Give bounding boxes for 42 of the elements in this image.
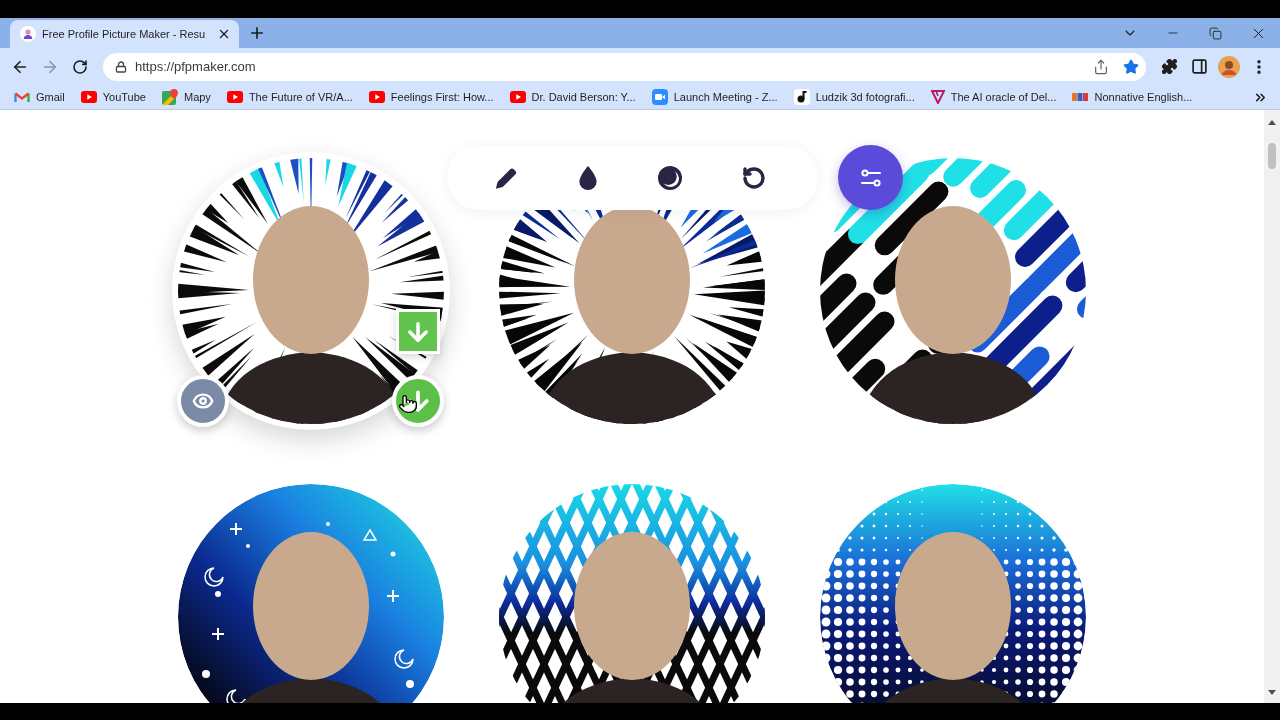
bookmark-link[interactable]: Launch Meeting - Z... bbox=[646, 86, 783, 108]
play-icon bbox=[368, 91, 385, 103]
side-panel-icon[interactable] bbox=[1190, 58, 1208, 75]
user-avatar-icon bbox=[20, 26, 36, 42]
caret-up-icon[interactable] bbox=[1268, 120, 1276, 125]
scrollbar-thumb[interactable] bbox=[1268, 143, 1276, 169]
puzzle-icon[interactable] bbox=[1160, 58, 1178, 75]
address-field[interactable]: https://pfpmaker.com bbox=[103, 52, 1146, 81]
reload-icon[interactable] bbox=[72, 58, 88, 75]
bookmark-link[interactable]: Dr. David Berson: Y... bbox=[504, 86, 641, 108]
rotate-icon[interactable] bbox=[742, 165, 766, 190]
mail-icon bbox=[14, 91, 30, 103]
lock-icon bbox=[115, 60, 127, 73]
bookmark-link[interactable]: Mapy bbox=[156, 86, 216, 108]
music-note-icon bbox=[793, 89, 810, 105]
bookmark-link[interactable]: Gmail bbox=[9, 86, 70, 108]
eye-icon bbox=[192, 390, 214, 412]
map-pin-icon bbox=[161, 89, 178, 105]
browser-tab[interactable]: Free Profile Picture Maker - Resu bbox=[10, 20, 240, 48]
share-icon[interactable] bbox=[1093, 58, 1109, 75]
bookmark-link[interactable]: Nonnative English... bbox=[1067, 86, 1198, 108]
download-tile-icon bbox=[396, 309, 440, 354]
avatar-icon[interactable] bbox=[1218, 55, 1240, 78]
bookmark-link[interactable]: The Future of VR/A... bbox=[221, 86, 358, 108]
triangle-logo-icon bbox=[930, 90, 945, 104]
bookmark-link[interactable]: Feelings First: How... bbox=[363, 86, 499, 108]
play-icon bbox=[80, 91, 97, 103]
bookmark-link[interactable]: The AI oracle of Del... bbox=[925, 86, 1062, 108]
bookmark-link[interactable]: Ludzik 3d fotografi... bbox=[788, 86, 920, 108]
adjust-button[interactable] bbox=[838, 145, 903, 210]
contrast-icon[interactable] bbox=[658, 165, 682, 190]
bookmark-link[interactable]: YouTube bbox=[75, 86, 151, 108]
star-icon[interactable] bbox=[1123, 58, 1139, 75]
play-icon bbox=[226, 91, 243, 103]
restore-icon[interactable] bbox=[1209, 26, 1222, 40]
droplet-icon[interactable] bbox=[578, 165, 598, 190]
video-camera-icon bbox=[651, 89, 668, 105]
hand-cursor-icon bbox=[398, 394, 418, 414]
flag-icon bbox=[1072, 93, 1089, 101]
play-icon bbox=[509, 91, 526, 103]
caret-down-icon[interactable] bbox=[1268, 690, 1276, 695]
scrollbar[interactable] bbox=[1264, 110, 1280, 703]
